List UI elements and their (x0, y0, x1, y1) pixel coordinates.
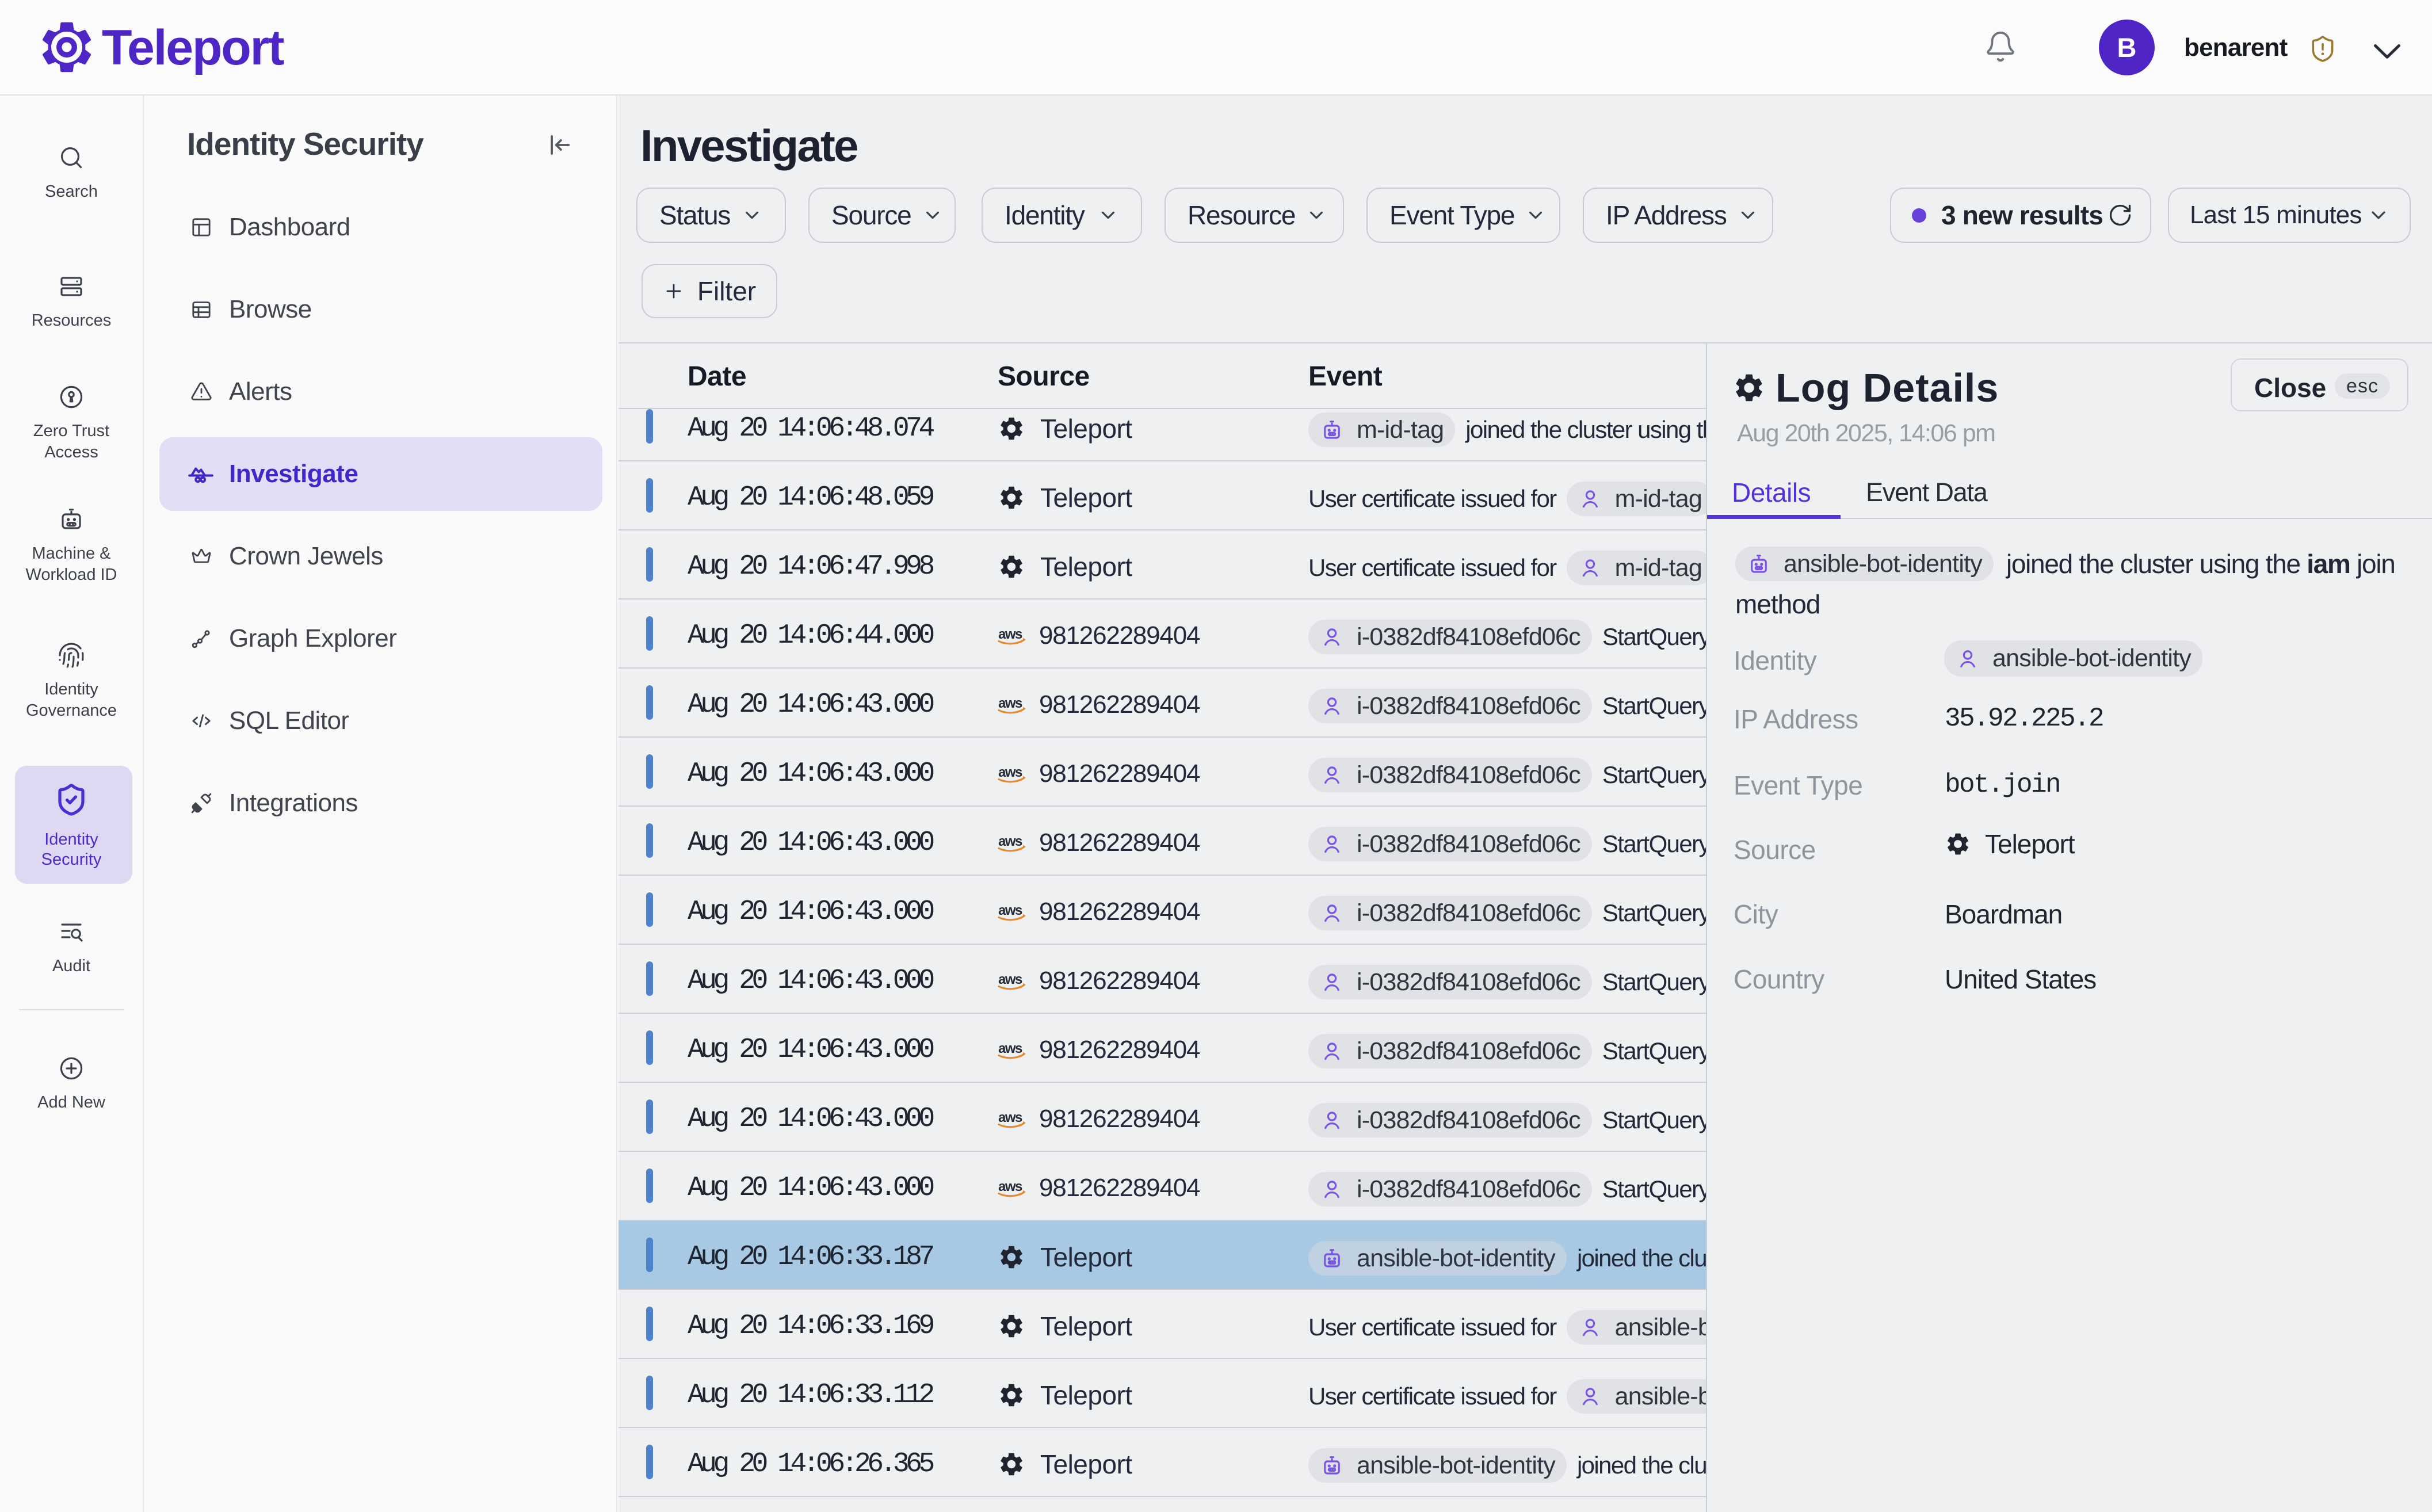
svg-text:aws: aws (998, 765, 1022, 780)
svg-text:aws: aws (998, 627, 1022, 642)
svg-text:aws: aws (998, 1179, 1022, 1194)
svg-text:aws: aws (998, 834, 1022, 849)
svg-text:aws: aws (998, 696, 1022, 711)
svg-text:aws: aws (998, 903, 1022, 918)
svg-text:aws: aws (998, 1041, 1022, 1056)
svg-text:aws: aws (998, 972, 1022, 987)
svg-text:aws: aws (998, 1110, 1022, 1125)
